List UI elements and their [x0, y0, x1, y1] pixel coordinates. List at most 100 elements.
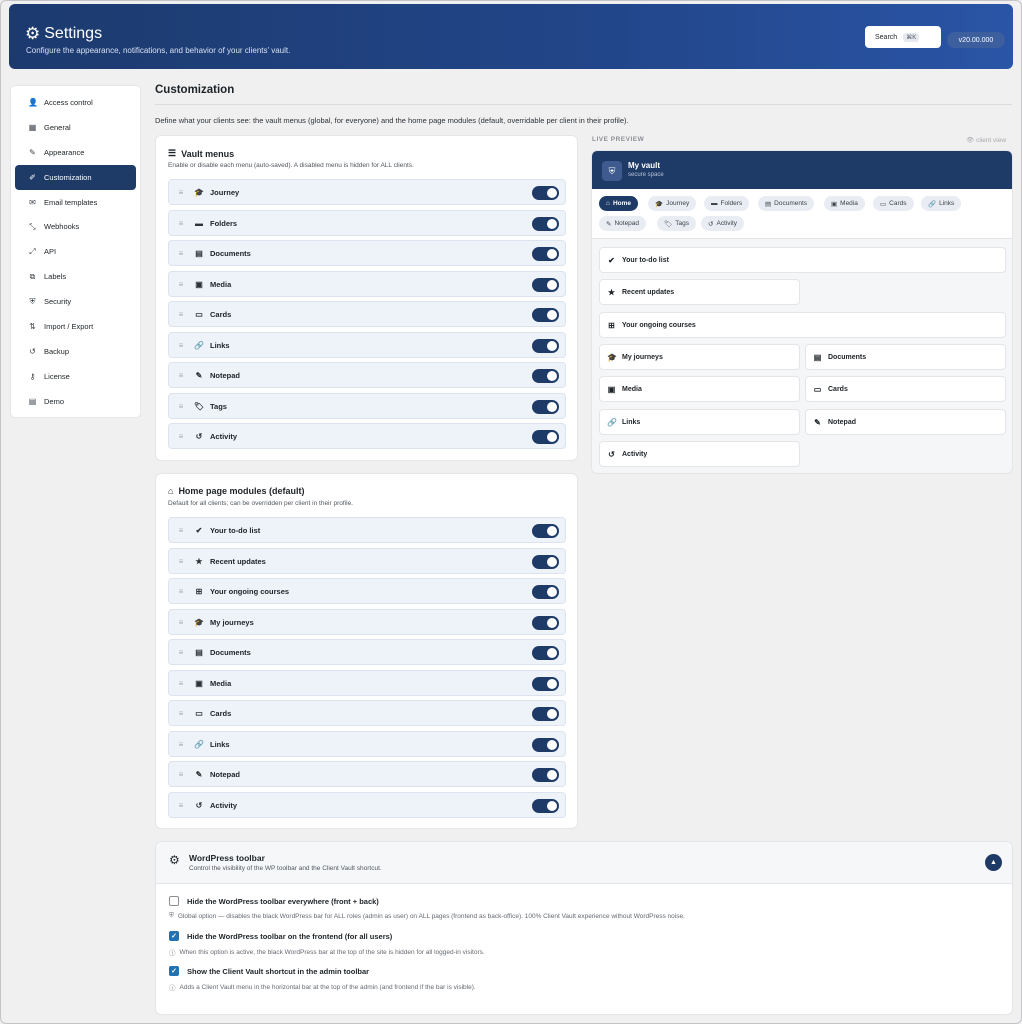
drag-handle-icon[interactable]: ≡: [171, 557, 191, 566]
drag-handle-icon[interactable]: ≡: [171, 219, 191, 228]
option-show-shortcut[interactable]: ✓ Show the Client Vault shortcut in the …: [169, 966, 369, 976]
chevron-up-icon[interactable]: ▲: [985, 854, 1002, 871]
sidebar-item-license[interactable]: ⚷ License: [15, 364, 136, 389]
module-row-label: Documents: [210, 647, 251, 657]
tag-icon: 🏷: [193, 401, 205, 411]
preview-tab-folders[interactable]: ▬ Folders: [704, 196, 750, 211]
preview-tab-notepad[interactable]: ✎ Notepad: [599, 216, 647, 231]
drag-handle-icon[interactable]: ≡: [171, 587, 191, 596]
sidebar-item-labels[interactable]: ⧉ Labels: [15, 264, 136, 289]
module-toggle[interactable]: [532, 738, 559, 752]
sidebar-item-label: Webhooks: [44, 222, 80, 232]
drag-handle-icon[interactable]: ≡: [171, 432, 191, 441]
sidebar-item-customization[interactable]: ✐ Customization: [15, 164, 136, 190]
drag-handle-icon[interactable]: ≡: [171, 402, 191, 411]
sidebar-item-backup[interactable]: ↺ Backup: [15, 339, 136, 364]
sidebar-item-appearance[interactable]: ✎ Appearance: [15, 140, 136, 165]
grid-icon: ▦: [28, 122, 37, 132]
drag-handle-icon[interactable]: ≡: [171, 371, 191, 380]
media-icon: ▣: [195, 678, 203, 688]
menu-toggle[interactable]: [532, 369, 559, 383]
preview-tab-cards[interactable]: ▭ Cards: [873, 196, 914, 211]
preview-tab-tags[interactable]: 🏷 Tags: [657, 216, 696, 231]
sidebar-item-api[interactable]: ⤢ API: [15, 239, 136, 264]
shield-icon: ⛨: [169, 912, 174, 919]
menu-toggle[interactable]: [532, 400, 559, 414]
option-hide-toolbar-everywhere[interactable]: Hide the WordPress toolbar everywhere (f…: [169, 896, 379, 906]
edit-icon: ✐: [29, 172, 36, 182]
preview-tab-journey[interactable]: 🎓 Journey: [648, 196, 697, 211]
module-row-todo: ≡ ✔ Your to-do list: [168, 517, 566, 543]
notepad-icon: ✎: [195, 370, 203, 380]
vault-menus-subtitle: Enable or disable each menu (auto-saved)…: [168, 162, 414, 169]
sidebar-item-general[interactable]: ▦ General: [15, 115, 136, 140]
sidebar-item-email-templates[interactable]: ✉ Email templates: [15, 190, 136, 215]
sidebar-item-security[interactable]: ⛨ Security: [15, 289, 136, 314]
search-button[interactable]: Search ⌘K: [865, 26, 941, 48]
menu-toggle[interactable]: [532, 217, 559, 231]
module-toggle[interactable]: [532, 646, 559, 660]
menu-toggle[interactable]: [532, 278, 559, 292]
sidebar-item-demo[interactable]: ▤ Demo: [15, 389, 136, 414]
preview-tab-activity[interactable]: ↺ Activity: [701, 216, 745, 231]
sidebar-item-access-control[interactable]: 👤 Access control: [15, 90, 136, 115]
brush-icon: ✎: [29, 147, 36, 157]
menu-toggle[interactable]: [532, 308, 559, 322]
drag-handle-icon[interactable]: ≡: [171, 740, 191, 749]
drag-handle-icon[interactable]: ≡: [171, 679, 191, 688]
preview-tab-documents[interactable]: ▤ Documents: [758, 196, 815, 211]
drag-handle-icon[interactable]: ≡: [171, 249, 191, 258]
hide-everywhere-checkbox[interactable]: [169, 896, 179, 906]
option-hide-toolbar-frontend[interactable]: ✓ Hide the WordPress toolbar on the fron…: [169, 931, 392, 941]
page-subtitle: Configure the appearance, notifications,…: [26, 46, 291, 55]
sidebar-item-label: General: [44, 122, 71, 132]
menu-toggle[interactable]: [532, 186, 559, 200]
module-toggle[interactable]: [532, 707, 559, 721]
module-toggle[interactable]: [532, 768, 559, 782]
menu-row-tags: ≡ 🏷 Tags: [168, 393, 566, 419]
settings-sidebar: 👤 Access control ▦ General ✎ Appearance ✐ Cu…: [10, 85, 141, 418]
preview-tab-links[interactable]: 🔗 Links: [921, 196, 962, 211]
hide-frontend-checkbox[interactable]: ✓: [169, 931, 179, 941]
menu-toggle[interactable]: [532, 247, 559, 261]
media-icon: ▣: [831, 200, 838, 208]
drag-handle-icon[interactable]: ≡: [171, 770, 191, 779]
module-row-label: Recent updates: [210, 556, 266, 566]
module-toggle[interactable]: [532, 799, 559, 813]
preview-tab-media[interactable]: ▣ Media: [824, 196, 865, 211]
sidebar-item-webhooks[interactable]: ⤡ Webhooks: [15, 214, 136, 239]
shield-icon: ⛨: [602, 161, 622, 181]
help-text: When this option is active, the black Wo…: [179, 948, 485, 956]
sidebar-item-import-export[interactable]: ⇅ Import / Export: [15, 314, 136, 339]
menu-toggle[interactable]: [532, 339, 559, 353]
drag-handle-icon[interactable]: ≡: [171, 801, 191, 810]
module-toggle[interactable]: [532, 555, 559, 569]
drag-handle-icon[interactable]: ≡: [171, 188, 191, 197]
show-shortcut-checkbox[interactable]: ✓: [169, 966, 179, 976]
drag-handle-icon[interactable]: ≡: [171, 618, 191, 627]
menu-row-label: Links: [210, 340, 230, 350]
module-row-label: Cards: [210, 708, 232, 718]
drag-handle-icon[interactable]: ≡: [171, 280, 191, 289]
menu-toggle[interactable]: [532, 430, 559, 444]
card-label: Links: [622, 418, 641, 426]
vault-menus-title-text: Vault menus: [181, 148, 235, 159]
webhook-icon: ⤡: [29, 221, 36, 231]
preview-tab-home[interactable]: ⌂ Home: [599, 196, 638, 211]
menu-row-label: Notepad: [210, 370, 240, 380]
module-toggle[interactable]: [532, 677, 559, 691]
preview-card-media: ▣ Media: [599, 376, 800, 402]
module-toggle[interactable]: [532, 524, 559, 538]
drag-handle-icon[interactable]: ≡: [171, 526, 191, 535]
drag-handle-icon[interactable]: ≡: [171, 648, 191, 657]
version-badge: v20.00.000: [947, 32, 1005, 48]
drag-handle-icon[interactable]: ≡: [171, 341, 191, 350]
drag-handle-icon[interactable]: ≡: [171, 310, 191, 319]
module-toggle[interactable]: [532, 585, 559, 599]
graduation-cap-icon: 🎓: [655, 200, 664, 208]
grid-icon: ⊞: [608, 320, 615, 330]
drag-handle-icon[interactable]: ≡: [171, 709, 191, 718]
wp-toolbar-header[interactable]: ⚙ WordPress toolbar Control the visibili…: [156, 842, 1012, 884]
module-toggle[interactable]: [532, 616, 559, 630]
tab-label: Cards: [889, 200, 907, 207]
